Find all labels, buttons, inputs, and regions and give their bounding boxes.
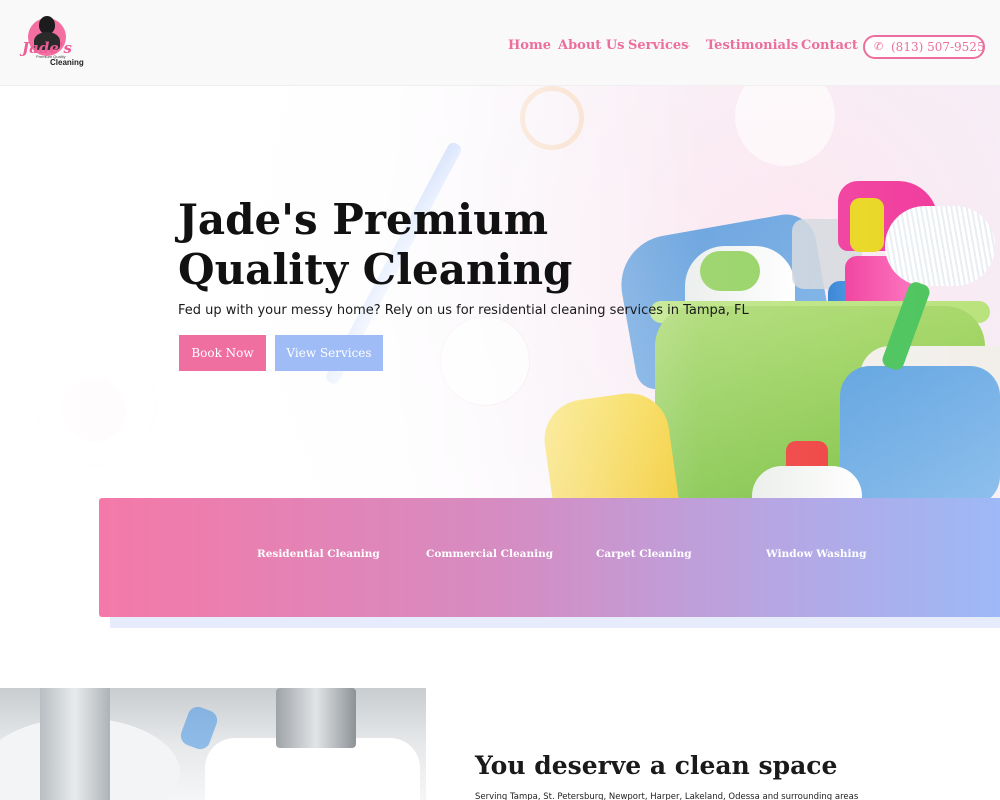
phone-button[interactable]: ✆ (813) 507-9525 — [863, 35, 985, 59]
service-residential-cleaning[interactable]: Residential Cleaning — [257, 548, 380, 560]
phone-number: (813) 507-9525 — [891, 40, 985, 54]
chevron-down-icon[interactable]: ⌵ — [684, 41, 690, 51]
blue-accent — [178, 704, 220, 752]
nav-services[interactable]: Services — [628, 38, 689, 53]
nav-about-us[interactable]: About Us — [558, 38, 625, 53]
view-services-button[interactable]: View Services — [275, 335, 383, 371]
nav-contact[interactable]: Contact — [801, 38, 858, 53]
soap-pump — [276, 688, 356, 748]
service-window-washing[interactable]: Window Washing — [766, 548, 866, 560]
about-heading: You deserve a clean space — [475, 751, 838, 780]
service-commercial-cleaning[interactable]: Commercial Cleaning — [426, 548, 553, 560]
hero-subtitle: Fed up with your messy home? Rely on us … — [178, 303, 749, 318]
phone-icon: ✆ — [874, 40, 884, 53]
nav-testimonials[interactable]: Testimonials — [706, 38, 798, 53]
hero-title: Jade's Premium Quality Cleaning — [178, 195, 573, 294]
dispenser-jar — [40, 688, 110, 800]
book-now-button[interactable]: Book Now — [179, 335, 266, 371]
site-header: Jade's Premium Quality Cleaning Home Abo… — [0, 0, 1000, 86]
logo-word: Cleaning — [50, 58, 84, 67]
bathroom-image — [0, 688, 426, 800]
service-area-text: Serving Tampa, St. Petersburg, Newport, … — [475, 792, 859, 800]
main-nav: Home About Us Services ⌵ Testimonials Co… — [0, 38, 1000, 58]
service-carpet-cleaning[interactable]: Carpet Cleaning — [596, 548, 692, 560]
nav-home[interactable]: Home — [508, 38, 551, 53]
services-bar: Residential Cleaning Commercial Cleaning… — [99, 498, 1000, 617]
